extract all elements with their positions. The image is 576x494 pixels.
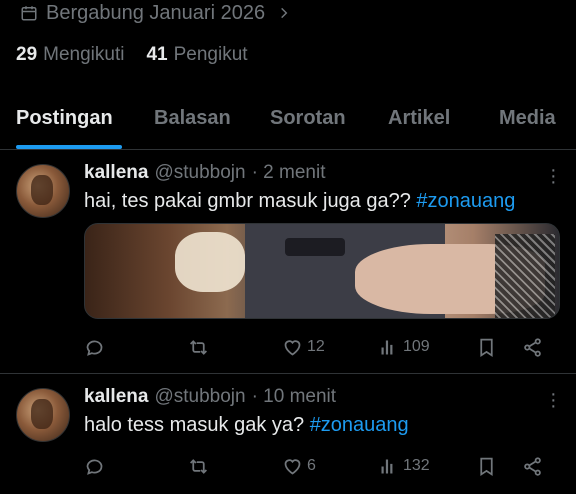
post[interactable]: kallena @stubbojn · 2 menit · · · hai, tes… [0,151,576,374]
repost-icon [190,339,207,355]
calendar-icon [21,6,37,21]
joined-text: Bergabung Januari 2026 [46,1,266,24]
active-tab-indicator [16,145,122,149]
bookmark-button[interactable] [476,451,497,481]
views-count: 109 [403,338,430,355]
bookmark-icon [480,457,493,476]
chevron-right-icon[interactable] [277,6,291,20]
like-icon [284,339,301,356]
post-header: kallena @stubbojn · 10 menit [84,386,336,408]
following-link[interactable]: 29 Mengikuti [16,44,124,66]
avatar[interactable] [16,388,70,442]
views-button[interactable]: 109 [378,332,430,362]
tab-postingan[interactable]: Postingan [16,107,113,130]
tab-media[interactable]: Media [499,107,556,130]
tab-balasan[interactable]: Balasan [154,107,231,130]
bookmark-button[interactable] [476,332,497,362]
post-text: halo tess masuk gak ya? #zonauang [84,414,409,437]
post-body: halo tess masuk gak ya? [84,414,305,436]
followers-label: Pengikut [173,44,248,65]
post-actions: 12 109 [84,332,560,362]
profile-tabs: Postingan Balasan Sorotan Artikel Media [0,98,576,150]
views-button[interactable]: 132 [378,451,430,481]
post[interactable]: kallena @stubbojn · 10 menit · · · halo te… [0,375,576,494]
more-icon[interactable]: · · · [550,384,557,416]
share-button[interactable] [522,332,543,362]
author-name[interactable]: kallena [84,386,148,408]
followers-link[interactable]: 41 Pengikut [146,44,247,66]
repost-icon [190,458,207,474]
avatar[interactable] [16,164,70,218]
post-header: kallena @stubbojn · 2 menit [84,162,325,184]
share-icon [524,337,541,357]
reply-button[interactable] [84,451,105,481]
reply-icon [86,459,103,475]
post-text: hai, tes pakai gmbr masuk juga ga?? #zon… [84,190,515,213]
joined-date: Bergabung Januari 2026 [20,0,291,26]
post-time[interactable]: · 10 menit [252,386,336,408]
share-button[interactable] [522,451,543,481]
author-name[interactable]: kallena [84,162,148,184]
bookmark-icon [480,338,493,357]
like-button[interactable]: 12 [282,332,325,362]
following-label: Mengikuti [43,44,125,65]
more-icon[interactable]: · · · [550,160,557,192]
like-icon [284,458,301,475]
tab-sorotan[interactable]: Sorotan [270,107,346,130]
post-body: hai, tes pakai gmbr masuk juga ga?? [84,190,411,212]
share-icon [524,456,541,476]
tab-artikel[interactable]: Artikel [388,107,450,130]
like-count: 12 [307,338,325,355]
post-actions: 6 132 [84,451,560,481]
views-icon [381,340,393,354]
views-icon [381,459,393,473]
reply-button[interactable] [84,332,105,362]
author-handle[interactable]: @stubbojn [154,162,245,184]
reply-icon [86,340,103,356]
followers-count: 41 [146,44,168,65]
like-count: 6 [307,457,316,474]
repost-button[interactable] [188,451,209,481]
follow-stats: 29 Mengikuti 41 Pengikut [16,44,248,66]
hashtag-link[interactable]: #zonauang [310,414,409,436]
post-time[interactable]: · 2 menit [252,162,326,184]
hashtag-link[interactable]: #zonauang [416,190,515,212]
post-image[interactable] [84,223,560,319]
views-count: 132 [403,457,430,474]
following-count: 29 [16,44,38,65]
like-button[interactable]: 6 [282,451,316,481]
author-handle[interactable]: @stubbojn [154,386,245,408]
repost-button[interactable] [188,332,209,362]
